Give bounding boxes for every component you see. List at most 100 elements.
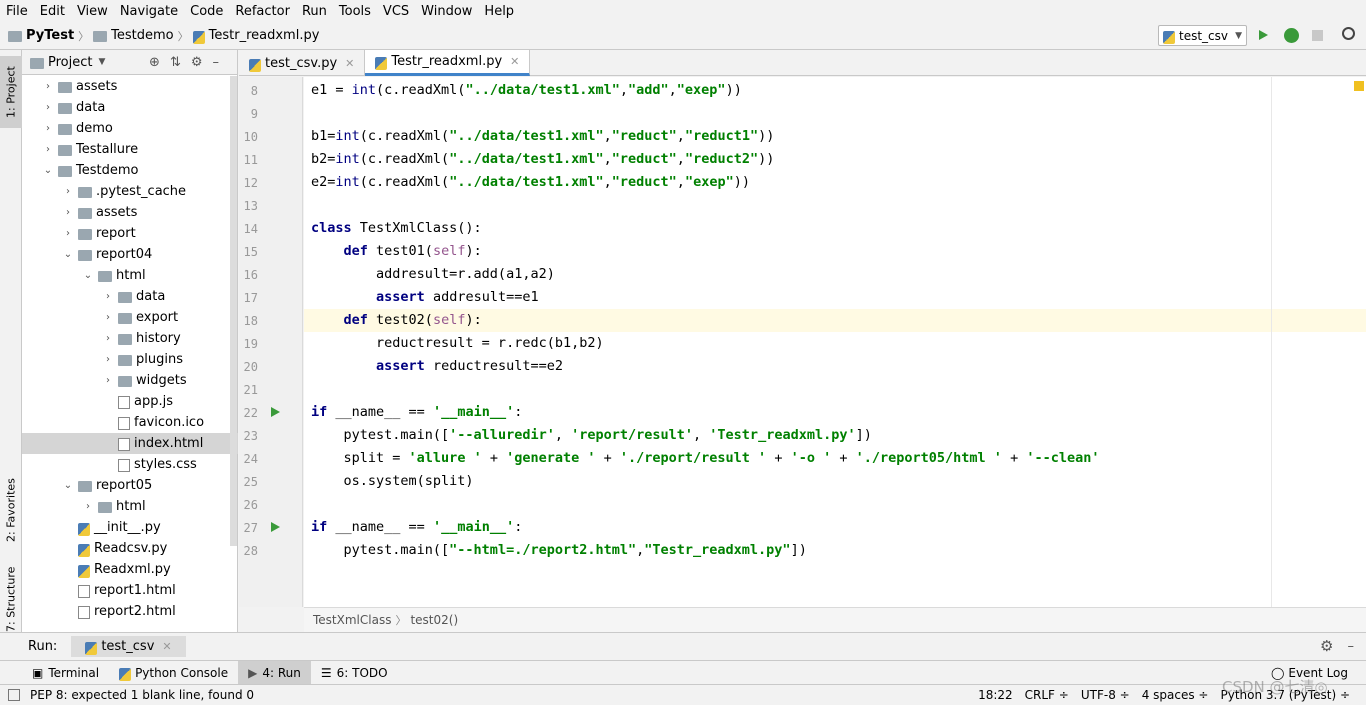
menu-item-run[interactable]: Run bbox=[296, 4, 333, 19]
tab-python-console[interactable]: Python Console bbox=[109, 661, 238, 685]
indent-setting[interactable]: 4 spaces ÷ bbox=[1136, 688, 1215, 702]
run-icon[interactable] bbox=[1259, 29, 1268, 44]
run-gutter-icon[interactable] bbox=[271, 522, 280, 532]
project-panel-title[interactable]: Project bbox=[48, 55, 92, 70]
breadcrumb-project[interactable]: PyTest bbox=[26, 28, 74, 43]
tree-item[interactable]: › html bbox=[22, 496, 238, 517]
tree-item[interactable]: ⌄ report05 bbox=[22, 475, 238, 496]
tab-test-csv[interactable]: test_csv.py ✕ bbox=[239, 50, 366, 76]
tree-item[interactable]: ⌄ Testdemo bbox=[22, 160, 238, 181]
tab-favorites[interactable]: 2: Favorites bbox=[0, 470, 22, 550]
tree-item[interactable]: ⌄ html bbox=[22, 265, 238, 286]
collapse-icon[interactable]: ⇅ bbox=[170, 55, 191, 70]
tree-item[interactable]: › Testallure bbox=[22, 139, 238, 160]
breadcrumb-class[interactable]: TestXmlClass bbox=[313, 613, 391, 627]
gear-icon[interactable]: ⚙ bbox=[191, 55, 213, 70]
tree-item[interactable]: styles.css bbox=[22, 454, 238, 475]
code-line[interactable]: class TestXmlClass(): bbox=[311, 217, 482, 240]
tree-item[interactable]: Readcsv.py bbox=[22, 538, 238, 559]
code-editor[interactable]: e1 = int(c.readXml("../data/test1.xml","… bbox=[304, 77, 1366, 607]
code-line[interactable]: def test02(self): bbox=[311, 309, 482, 332]
tree-item[interactable]: › history bbox=[22, 328, 238, 349]
search-icon[interactable] bbox=[1342, 27, 1355, 40]
tree-item[interactable]: report1.html bbox=[22, 580, 238, 601]
breadcrumb-method[interactable]: test02() bbox=[410, 613, 458, 627]
tree-item[interactable]: › demo bbox=[22, 118, 238, 139]
expand-arrow-icon[interactable]: › bbox=[102, 333, 114, 344]
tree-item[interactable]: report2.html bbox=[22, 601, 238, 622]
tree-item[interactable]: ⌄ report04 bbox=[22, 244, 238, 265]
scrollbar[interactable] bbox=[230, 76, 237, 546]
tree-item[interactable]: › data bbox=[22, 286, 238, 307]
menu-item-refactor[interactable]: Refactor bbox=[229, 4, 296, 19]
close-icon[interactable]: ✕ bbox=[510, 55, 519, 68]
tree-item[interactable]: favicon.ico bbox=[22, 412, 238, 433]
code-line[interactable]: def test01(self): bbox=[311, 240, 482, 263]
gear-icon[interactable]: ⚙ bbox=[1320, 637, 1333, 655]
expand-arrow-icon[interactable]: ⌄ bbox=[82, 270, 94, 281]
run-gutter-icon[interactable] bbox=[271, 407, 280, 417]
close-icon[interactable]: ✕ bbox=[162, 640, 171, 653]
tab-run[interactable]: ▶ 4: Run bbox=[238, 660, 311, 685]
tree-item[interactable]: › assets bbox=[22, 202, 238, 223]
menu-item-vcs[interactable]: VCS bbox=[377, 4, 415, 19]
status-message[interactable]: PEP 8: expected 1 blank line, found 0 bbox=[0, 688, 260, 702]
expand-arrow-icon[interactable]: ⌄ bbox=[62, 480, 74, 491]
target-icon[interactable]: ⊕ bbox=[149, 55, 170, 70]
expand-arrow-icon[interactable]: › bbox=[62, 228, 74, 239]
menu-item-tools[interactable]: Tools bbox=[333, 4, 377, 19]
expand-arrow-icon[interactable]: › bbox=[62, 207, 74, 218]
menu-item-file[interactable]: File bbox=[0, 4, 34, 19]
code-line[interactable]: pytest.main(['--alluredir', 'report/resu… bbox=[311, 424, 872, 447]
minimize-icon[interactable]: – bbox=[1348, 639, 1355, 654]
chevron-down-icon[interactable]: ▼ bbox=[98, 57, 105, 67]
expand-arrow-icon[interactable]: › bbox=[42, 123, 54, 134]
menu-item-help[interactable]: Help bbox=[478, 4, 520, 19]
tab-structure[interactable]: 7: Structure bbox=[0, 565, 22, 633]
menu-item-code[interactable]: Code bbox=[184, 4, 229, 19]
code-line[interactable]: reductresult = r.redc(b1,b2) bbox=[311, 332, 604, 355]
tree-item[interactable]: › assets bbox=[22, 76, 238, 97]
tree-item[interactable]: › plugins bbox=[22, 349, 238, 370]
code-line[interactable]: if __name__ == '__main__': bbox=[311, 401, 522, 424]
breadcrumb-file[interactable]: Testr_readxml.py bbox=[209, 28, 320, 43]
menu-item-window[interactable]: Window bbox=[415, 4, 478, 19]
code-line[interactable]: b2=int(c.readXml("../data/test1.xml","re… bbox=[311, 148, 774, 171]
expand-arrow-icon[interactable]: ⌄ bbox=[62, 249, 74, 260]
tree-item[interactable]: › data bbox=[22, 97, 238, 118]
code-line[interactable]: if __name__ == '__main__': bbox=[311, 516, 522, 539]
menu-item-navigate[interactable]: Navigate bbox=[114, 4, 184, 19]
expand-arrow-icon[interactable]: › bbox=[62, 186, 74, 197]
run-configuration-select[interactable]: test_csv ▼ bbox=[1158, 25, 1247, 46]
file-encoding[interactable]: UTF-8 ÷ bbox=[1075, 688, 1136, 702]
close-icon[interactable]: ✕ bbox=[345, 57, 354, 70]
code-line[interactable]: pytest.main(["--html=./report2.html","Te… bbox=[311, 539, 807, 562]
tree-item[interactable]: __init__.py bbox=[22, 517, 238, 538]
breadcrumb-folder[interactable]: Testdemo bbox=[111, 28, 173, 43]
code-line[interactable]: os.system(split) bbox=[311, 470, 474, 493]
line-separator[interactable]: CRLF ÷ bbox=[1019, 688, 1075, 702]
tree-item[interactable]: › widgets bbox=[22, 370, 238, 391]
tree-item[interactable]: index.html bbox=[22, 433, 238, 454]
code-line[interactable]: addresult=r.add(a1,a2) bbox=[311, 263, 555, 286]
code-line[interactable]: e2=int(c.readXml("../data/test1.xml","re… bbox=[311, 171, 750, 194]
tab-project[interactable]: 1: Project bbox=[0, 56, 22, 128]
expand-arrow-icon[interactable]: › bbox=[42, 144, 54, 155]
expand-arrow-icon[interactable]: › bbox=[42, 102, 54, 113]
expand-arrow-icon[interactable]: › bbox=[102, 291, 114, 302]
stop-icon[interactable] bbox=[1312, 30, 1323, 41]
tree-item[interactable]: app.js bbox=[22, 391, 238, 412]
toggle-tool-windows-icon[interactable] bbox=[8, 689, 20, 701]
tab-testr-readxml[interactable]: Testr_readxml.py ✕ bbox=[365, 50, 531, 76]
tree-item[interactable]: › .pytest_cache bbox=[22, 181, 238, 202]
debug-icon[interactable] bbox=[1284, 28, 1299, 43]
warning-marker-icon[interactable] bbox=[1354, 81, 1364, 91]
menu-item-view[interactable]: View bbox=[71, 4, 114, 19]
tree-item[interactable]: Readxml.py bbox=[22, 559, 238, 580]
code-line[interactable]: b1=int(c.readXml("../data/test1.xml","re… bbox=[311, 125, 774, 148]
code-line[interactable]: e1 = int(c.readXml("../data/test1.xml","… bbox=[311, 79, 742, 102]
menu-item-edit[interactable]: Edit bbox=[34, 4, 71, 19]
caret-position[interactable]: 18:22 bbox=[972, 688, 1019, 702]
tab-todo[interactable]: ☰ 6: TODO bbox=[311, 661, 398, 685]
tree-item[interactable]: › report bbox=[22, 223, 238, 244]
